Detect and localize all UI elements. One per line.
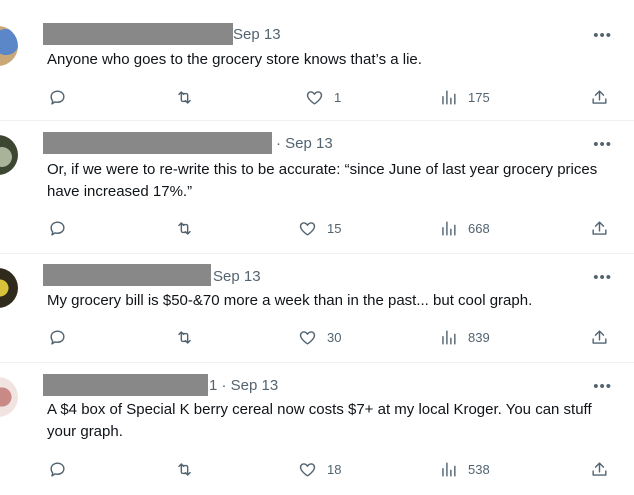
tweet-date[interactable]: · Sep 13	[276, 135, 333, 152]
tweet-date[interactable]: Sep 13	[213, 268, 261, 285]
avatar[interactable]	[0, 377, 18, 417]
share-button[interactable]	[590, 457, 609, 481]
avatar[interactable]	[0, 268, 18, 308]
like-count: 18	[327, 461, 342, 477]
heart-icon	[299, 221, 316, 236]
reply-icon	[50, 329, 65, 345]
retweet-icon	[178, 330, 191, 344]
tweet-text: Anyone who goes to the grocery store kno…	[47, 51, 422, 68]
views-button[interactable]: 175	[439, 85, 490, 109]
tweet[interactable]: 1 · Sep 13 ••• A $4 box of Special K ber…	[0, 363, 634, 495]
heart-icon	[299, 330, 316, 345]
views-button[interactable]: 538	[439, 457, 490, 481]
like-count: 15	[327, 220, 342, 236]
views-button[interactable]: 839	[439, 325, 490, 349]
more-options-icon[interactable]: •••	[593, 378, 612, 395]
tweet-date[interactable]: Sep 13	[233, 26, 281, 43]
tweet-text: A $4 box of Special K berry cereal now c…	[47, 401, 592, 440]
reply-button[interactable]	[48, 216, 67, 240]
like-count: 1	[334, 89, 342, 105]
retweet-button[interactable]	[175, 85, 194, 109]
like-button[interactable]: 18	[298, 457, 341, 481]
tweet-actions: 1 175	[0, 85, 634, 109]
retweet-button[interactable]	[175, 216, 194, 240]
retweet-button[interactable]	[175, 325, 194, 349]
tweet[interactable]: Sep 13 ••• My grocery bill is $50-&70 mo…	[0, 254, 634, 363]
like-button[interactable]: 1	[305, 85, 341, 109]
like-button[interactable]: 15	[298, 216, 341, 240]
tweet-text: Or, if we were to re-write this to be ac…	[47, 161, 598, 200]
redacted-author-name[interactable]	[43, 374, 208, 396]
view-count: 175	[468, 89, 490, 105]
view-count: 839	[468, 329, 490, 345]
tweet-actions: 18 538	[0, 457, 634, 481]
tweet[interactable]: · Sep 13 ••• Or, if we were to re-write …	[0, 121, 634, 254]
tweet[interactable]: Sep 13 ••• Anyone who goes to the grocer…	[0, 0, 634, 121]
share-button[interactable]	[590, 325, 609, 349]
views-icon	[442, 329, 456, 345]
share-button[interactable]	[590, 85, 609, 109]
views-icon	[442, 220, 456, 236]
share-button[interactable]	[590, 216, 609, 240]
reply-icon	[50, 89, 65, 105]
retweet-button[interactable]	[175, 457, 194, 481]
more-options-icon[interactable]: •••	[593, 136, 612, 153]
views-icon	[442, 461, 456, 477]
reply-button[interactable]	[48, 85, 67, 109]
redacted-author-name[interactable]	[43, 264, 211, 286]
redacted-author-name[interactable]	[43, 132, 272, 154]
more-options-icon[interactable]: •••	[593, 269, 612, 286]
views-icon	[442, 89, 456, 105]
like-button[interactable]: 30	[298, 325, 341, 349]
share-icon	[592, 461, 607, 476]
reply-button[interactable]	[48, 325, 67, 349]
tweet-feed: Sep 13 ••• Anyone who goes to the grocer…	[0, 0, 634, 495]
heart-icon	[306, 90, 323, 105]
retweet-icon	[178, 221, 191, 235]
tweet-actions: 15 668	[0, 216, 634, 240]
heart-icon	[299, 462, 316, 477]
tweet-date[interactable]: 1 · Sep 13	[209, 377, 278, 394]
avatar[interactable]	[0, 135, 18, 175]
share-icon	[592, 329, 607, 344]
retweet-icon	[178, 90, 191, 104]
redacted-author-name[interactable]	[43, 23, 233, 45]
like-count: 30	[327, 329, 342, 345]
view-count: 668	[468, 220, 490, 236]
avatar[interactable]	[0, 26, 18, 66]
more-options-icon[interactable]: •••	[593, 27, 612, 44]
tweet-text: My grocery bill is $50-&70 more a week t…	[47, 292, 533, 309]
retweet-icon	[178, 462, 191, 476]
tweet-actions: 30 839	[0, 325, 634, 349]
view-count: 538	[468, 461, 490, 477]
share-icon	[592, 220, 607, 235]
reply-icon	[50, 461, 65, 477]
reply-icon	[50, 220, 65, 236]
reply-button[interactable]	[48, 457, 67, 481]
views-button[interactable]: 668	[439, 216, 490, 240]
share-icon	[592, 89, 607, 104]
